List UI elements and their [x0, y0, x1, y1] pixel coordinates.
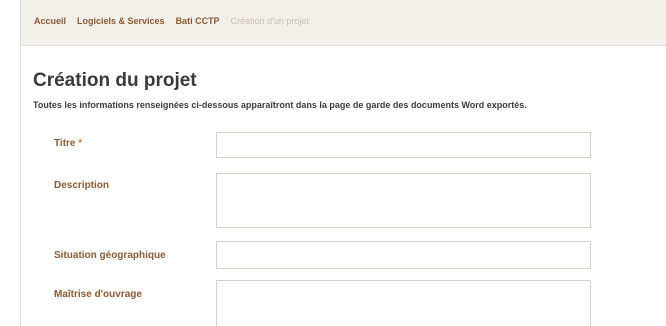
description-textarea[interactable]: [216, 173, 591, 228]
breadcrumb-bar: Accueil Logiciels & Services Bati CCTP C…: [21, 0, 666, 46]
maitrise-ouvrage-textarea[interactable]: [216, 280, 591, 326]
field-label-maitrise-ouvrage: Maîtrise d'ouvrage: [54, 289, 142, 300]
field-label-titre-text: Titre: [54, 138, 76, 149]
page-title: Création du projet: [33, 70, 197, 91]
breadcrumb-link-logiciels-services[interactable]: Logiciels & Services: [77, 16, 165, 26]
required-marker: *: [78, 138, 83, 149]
field-label-situation-geographique: Situation géographique: [54, 250, 166, 261]
breadcrumb-link-bati-cctp[interactable]: Bati CCTP: [176, 16, 220, 26]
breadcrumb-link-accueil[interactable]: Accueil: [34, 16, 66, 26]
situation-geographique-input[interactable]: [216, 241, 591, 269]
field-label-titre: Titre *: [54, 138, 82, 149]
breadcrumb: Accueil Logiciels & Services Bati CCTP C…: [34, 16, 309, 26]
breadcrumb-current: Création d'un projet: [230, 16, 309, 26]
titre-input[interactable]: [216, 132, 591, 158]
intro-text: Toutes les informations renseignées ci-d…: [33, 100, 527, 110]
page-frame: Accueil Logiciels & Services Bati CCTP C…: [20, 0, 666, 326]
field-label-description: Description: [54, 180, 110, 191]
